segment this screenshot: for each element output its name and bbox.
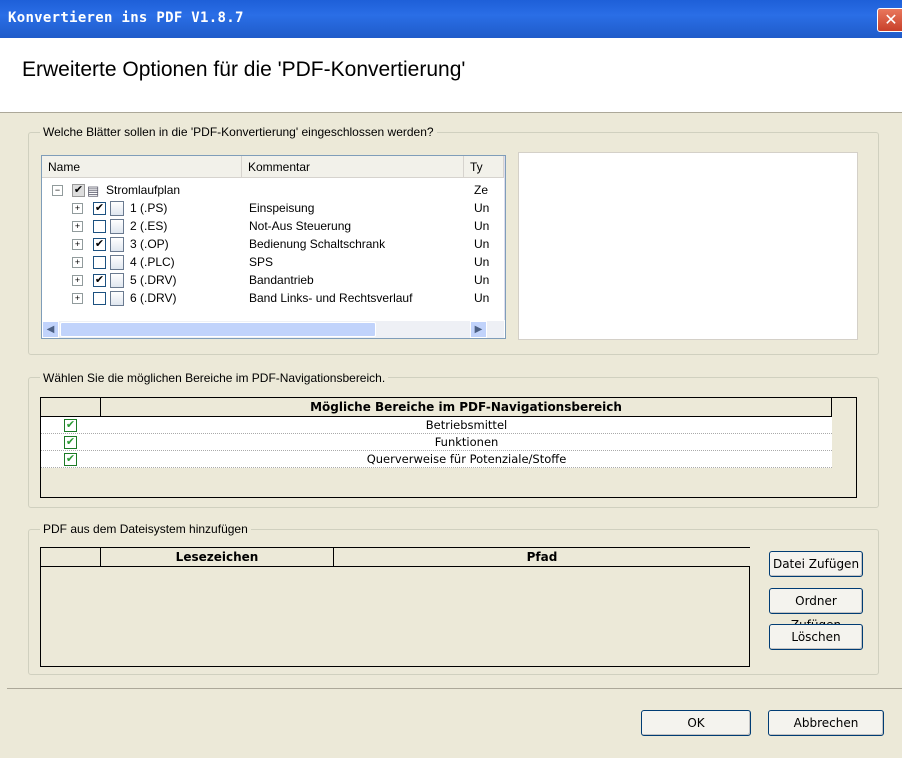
close-icon[interactable]: ✕ [877,8,902,32]
expand-icon[interactable]: + [72,239,83,250]
column-header-comment[interactable]: Kommentar [242,156,464,178]
ok-button[interactable]: OK [641,710,751,736]
scroll-down-icon[interactable]: ▼ [505,303,506,320]
sheet-icon [110,273,124,288]
sheets-group-label: Welche Blätter sollen in die 'PDF-Konver… [40,125,437,139]
sheet-type: Un [474,291,490,305]
cancel-button[interactable]: Abbrechen [768,710,884,736]
sheet-type: Un [474,219,490,233]
add-file-button[interactable]: Datei Zufügen [769,551,863,577]
delete-button[interactable]: Löschen [769,624,863,650]
sheet-preview-panel [518,152,858,340]
sheet-icon [110,255,124,270]
files-grid[interactable]: Lesezeichen Pfad [40,547,750,667]
navigation-grid-header: Mögliche Bereiche im PDF-Navigationsbere… [101,398,832,417]
horizontal-scrollbar[interactable]: ◀ ▶ [42,321,504,338]
root-checkbox[interactable]: ✔ [72,184,85,197]
sheet-comment: Bedienung Schaltschrank [249,237,386,251]
sheet-comment: Band Links- und Rechtsverlauf [249,291,413,305]
sheet-comment: SPS [249,255,274,269]
tree-row[interactable]: + ✔ 1 (.PS) Einspeisung Un [42,199,490,217]
header-banner: Erweiterte Optionen für die 'PDF-Konvert… [0,38,902,113]
tree-row[interactable]: + ✔ 3 (.OP) Bedienung Schaltschrank Un [42,235,490,253]
navigation-group-label: Wählen Sie die möglichen Bereiche im PDF… [40,371,389,385]
sheet-comment: Not-Aus Steuerung [249,219,352,233]
navigation-grid-filler [832,417,856,497]
expand-icon[interactable]: + [72,221,83,232]
files-group-label: PDF aus dem Dateisystem hinzufügen [40,522,251,536]
navigation-row[interactable]: ✔ Querverweise für Potenziale/Stoffe [41,451,832,468]
sheet-type: Un [474,273,490,287]
tree-row[interactable]: + 6 (.DRV) Band Links- und Rechtsverlauf… [42,289,490,307]
column-header-name[interactable]: Name [42,156,242,178]
vertical-scrollbar[interactable]: ▲ ▼ [504,156,506,320]
sheet-type: Un [474,237,490,251]
sheet-checkbox[interactable]: ✔ [93,238,106,251]
page-title: Erweiterte Optionen für die 'PDF-Konvert… [22,58,466,81]
navigation-row-label: Betriebsmittel [425,418,508,432]
sheet-icon [110,201,124,216]
navigation-row-label: Funktionen [434,435,499,449]
add-folder-button[interactable]: Ordner Zufügen [769,588,863,632]
tree-row[interactable]: + 2 (.ES) Not-Aus Steuerung Un [42,217,490,235]
sheet-label: 5 (.DRV) [130,273,177,287]
expand-icon[interactable]: + [72,203,83,214]
sheet-label: 6 (.DRV) [130,291,177,305]
tree-root-type: Ze [474,183,489,197]
expand-icon[interactable]: + [72,257,83,268]
tree-row[interactable]: + ✔ 5 (.DRV) Bandantrieb Un [42,271,490,289]
collapse-icon[interactable]: − [52,185,63,196]
files-column-path[interactable]: Pfad [334,548,750,567]
title-bar[interactable]: Konvertieren ins PDF V1.8.7 ✕ [0,0,902,38]
navigation-grid-check-header [41,398,101,417]
sheet-checkbox[interactable] [93,256,106,269]
dialog-window: Konvertieren ins PDF V1.8.7 ✕ Erweiterte… [0,0,902,758]
sheet-icon [110,219,124,234]
navigation-checkbox[interactable]: ✔ [64,453,77,466]
sheet-icon [110,237,124,252]
footer-divider [7,688,902,689]
navigation-row-label: Querverweise für Potenziale/Stoffe [366,452,567,466]
navigation-checkbox[interactable]: ✔ [64,436,77,449]
tree-row[interactable]: + 4 (.PLC) SPS Un [42,253,490,271]
sheet-icon [110,291,124,306]
files-grid-corner-header [41,548,101,567]
scroll-left-icon[interactable]: ◀ [42,321,59,338]
sheet-tree[interactable]: Name Kommentar Ty − ✔ ▤ Stromlaufplan Ze… [41,155,506,339]
folder-icon: ▤ [87,183,100,198]
sheet-checkbox[interactable]: ✔ [93,274,106,287]
sheet-comment: Bandantrieb [249,273,314,287]
scroll-right-icon[interactable]: ▶ [470,321,487,338]
navigation-row[interactable]: ✔ Betriebsmittel [41,417,832,434]
tree-root-label: Stromlaufplan [106,183,181,197]
sheet-label: 4 (.PLC) [130,255,175,269]
sheet-checkbox[interactable] [93,220,106,233]
navigation-checkbox[interactable]: ✔ [64,419,77,432]
sheet-checkbox[interactable] [93,292,106,305]
scroll-up-icon[interactable]: ▲ [505,156,506,173]
sheet-label: 2 (.ES) [130,219,168,233]
sheet-checkbox[interactable]: ✔ [93,202,106,215]
navigation-row[interactable]: ✔ Funktionen [41,434,832,451]
sheet-comment: Einspeisung [249,201,315,215]
window-title: Konvertieren ins PDF V1.8.7 [8,10,244,26]
sheet-type: Un [474,201,490,215]
expand-icon[interactable]: + [72,293,83,304]
files-column-bookmark[interactable]: Lesezeichen [101,548,334,567]
column-header-type[interactable]: Ty [464,156,504,178]
sheet-type: Un [474,255,490,269]
tree-root-row[interactable]: − ✔ ▤ Stromlaufplan Ze [42,181,490,199]
navigation-grid[interactable]: Mögliche Bereiche im PDF-Navigationsbere… [40,397,857,498]
horizontal-scroll-thumb[interactable] [60,322,376,337]
expand-icon[interactable]: + [72,275,83,286]
sheet-label: 1 (.PS) [130,201,168,215]
sheet-label: 3 (.OP) [130,237,169,251]
